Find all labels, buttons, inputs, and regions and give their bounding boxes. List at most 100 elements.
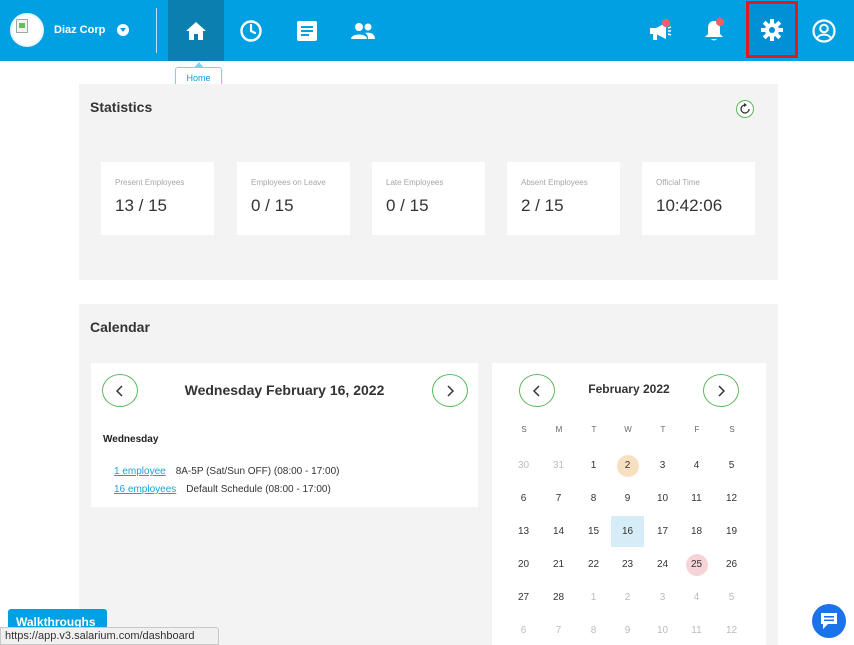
calendar-day-number: 5 <box>728 592 735 603</box>
divider <box>156 8 157 53</box>
broken-image-icon <box>16 19 28 33</box>
settings-button[interactable] <box>746 1 798 58</box>
chat-button[interactable] <box>812 604 846 638</box>
calendar-day[interactable]: 3 <box>646 582 679 613</box>
calendar-day-number: 14 <box>552 526 565 537</box>
stat-card-leave: Employees on Leave 0 / 15 <box>237 162 350 235</box>
calendar-day-number: 11 <box>691 493 702 504</box>
calendar-day[interactable]: 1 <box>577 450 610 481</box>
browser-status-url: https://app.v3.salarium.com/dashboard <box>0 627 219 645</box>
calendar-day-number: 2 <box>624 592 631 603</box>
top-bar: Diaz Corp <box>0 0 854 61</box>
notifications-button[interactable] <box>689 0 739 61</box>
calendar-day[interactable]: 8 <box>577 615 610 645</box>
profile-button[interactable] <box>799 0 849 61</box>
calendar-day-number: 10 <box>656 625 669 636</box>
calendar-day[interactable]: 10 <box>646 483 679 514</box>
calendar-day[interactable]: 12 <box>715 483 748 514</box>
statistics-panel: Statistics Present Employees 13 / 15 Emp… <box>79 84 778 280</box>
schedule-row: 16 employees Default Schedule (08:00 - 17… <box>114 484 331 495</box>
calendar-day-number: 13 <box>517 526 530 537</box>
calendar-day[interactable]: 21 <box>542 549 575 580</box>
nav-employees[interactable] <box>335 0 391 61</box>
calendar-day-number: 30 <box>517 460 530 471</box>
calendar-day[interactable]: 3 <box>646 450 679 481</box>
calendar-day[interactable]: 22 <box>577 549 610 580</box>
calendar-day[interactable]: 10 <box>646 615 679 645</box>
calendar-day[interactable]: 2 <box>611 450 644 481</box>
announcements-button[interactable] <box>635 0 685 61</box>
calendar-day[interactable]: 7 <box>542 483 575 514</box>
calendar-day-number: 25 <box>685 553 708 576</box>
calendar-day[interactable]: 20 <box>507 549 540 580</box>
calendar-day[interactable]: 9 <box>611 615 644 645</box>
calendar-day[interactable]: 28 <box>542 582 575 613</box>
stat-value: 10:42:06 <box>656 196 723 215</box>
calendar-day[interactable]: 25 <box>680 549 713 580</box>
chat-icon <box>821 613 837 629</box>
calendar-day[interactable]: 9 <box>611 483 644 514</box>
stat-card-absent: Absent Employees 2 / 15 <box>507 162 620 235</box>
calendar-day[interactable]: 4 <box>680 582 713 613</box>
calendar-day-number: 8 <box>590 493 597 504</box>
calendar-day[interactable]: 16 <box>611 516 644 547</box>
employee-count-link[interactable]: 16 employees <box>114 484 176 495</box>
calendar-day[interactable]: 13 <box>507 516 540 547</box>
calendar-day[interactable]: 26 <box>715 549 748 580</box>
calendar-title: Calendar <box>90 319 150 335</box>
nav-documents[interactable] <box>279 0 335 61</box>
company-switcher[interactable]: Diaz Corp <box>10 13 130 47</box>
nav-timesheet[interactable] <box>223 0 279 61</box>
schedule-text: 8A-5P (Sat/Sun OFF) (08:00 - 17:00) <box>175 466 340 477</box>
calendar-day[interactable]: 27 <box>507 582 540 613</box>
calendar-day[interactable]: 24 <box>646 549 679 580</box>
gear-icon <box>761 18 783 41</box>
calendar-day[interactable]: 6 <box>507 615 540 645</box>
calendar-day-number: 5 <box>728 460 735 471</box>
calendar-day[interactable]: 6 <box>507 483 540 514</box>
calendar-day[interactable]: 14 <box>542 516 575 547</box>
stat-value: 0 / 15 <box>251 196 294 215</box>
user-icon <box>812 18 836 43</box>
calendar-day[interactable]: 8 <box>577 483 610 514</box>
calendar-day-number: 9 <box>624 625 631 636</box>
chevron-down-icon[interactable] <box>117 24 130 36</box>
calendar-day[interactable]: 11 <box>680 615 713 645</box>
next-day-button[interactable] <box>432 374 468 407</box>
next-month-button[interactable] <box>703 374 739 407</box>
calendar-day[interactable]: 15 <box>577 516 610 547</box>
calendar-day[interactable]: 2 <box>611 582 644 613</box>
calendar-day[interactable]: 18 <box>680 516 713 547</box>
nav-home[interactable] <box>168 0 224 61</box>
refresh-icon <box>740 103 750 114</box>
calendar-day-number: 24 <box>656 559 669 570</box>
refresh-button[interactable] <box>736 100 754 118</box>
employee-count-link[interactable]: 1 employee <box>114 466 166 477</box>
calendar-day[interactable]: 5 <box>715 450 748 481</box>
calendar-day-number: 4 <box>693 460 700 471</box>
people-icon <box>351 22 375 39</box>
calendar-day-number: 22 <box>587 559 600 570</box>
calendar-day-number: 31 <box>552 460 565 471</box>
statistics-title: Statistics <box>90 99 153 115</box>
calendar-day[interactable]: 4 <box>680 450 713 481</box>
calendar-day[interactable]: 7 <box>542 615 575 645</box>
calendar-day[interactable]: 12 <box>715 615 748 645</box>
calendar-day-number: 7 <box>555 493 562 504</box>
calendar-day[interactable]: 31 <box>542 450 575 481</box>
calendar-day[interactable]: 19 <box>715 516 748 547</box>
weekday-label: W <box>624 425 632 434</box>
calendar-day[interactable]: 17 <box>646 516 679 547</box>
calendar-day[interactable]: 30 <box>507 450 540 481</box>
calendar-day-number: 23 <box>621 559 634 570</box>
calendar-day[interactable]: 1 <box>577 582 610 613</box>
notification-dot <box>662 19 670 27</box>
schedule-text: Default Schedule (08:00 - 17:00) <box>186 484 331 495</box>
stat-card-present: Present Employees 13 / 15 <box>101 162 214 235</box>
stat-label: Absent Employees <box>521 178 588 187</box>
calendar-day-number: 12 <box>725 493 738 504</box>
stat-value: 2 / 15 <box>521 196 564 215</box>
calendar-day[interactable]: 23 <box>611 549 644 580</box>
calendar-day[interactable]: 11 <box>680 483 713 514</box>
calendar-day[interactable]: 5 <box>715 582 748 613</box>
